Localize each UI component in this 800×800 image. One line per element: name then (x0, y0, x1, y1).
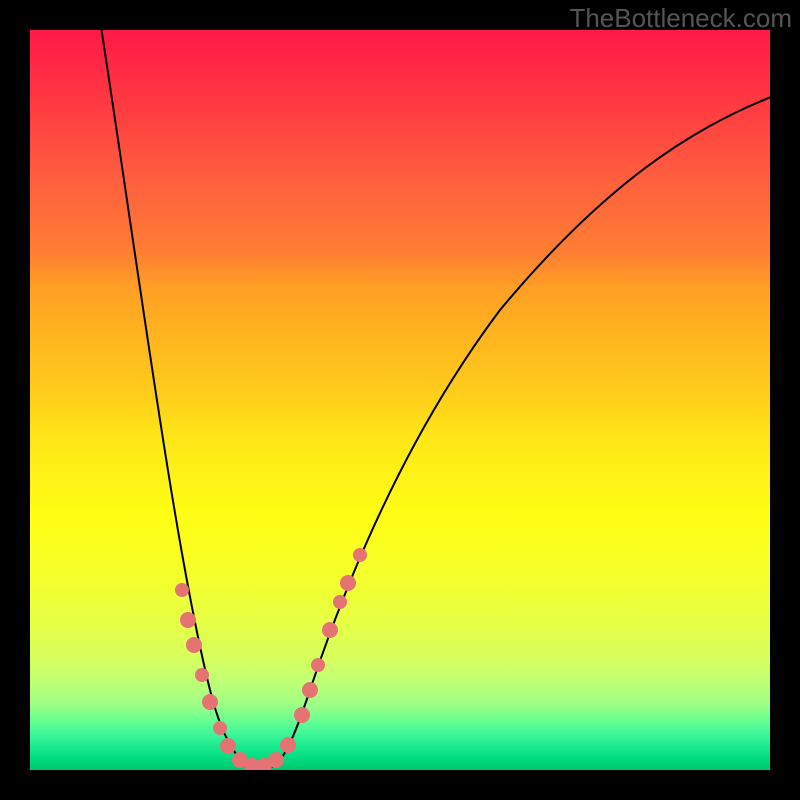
bead (322, 622, 338, 638)
bead (333, 595, 347, 609)
bead (340, 575, 356, 591)
bead (268, 752, 284, 768)
bead (294, 707, 310, 723)
bead (302, 682, 318, 698)
bead (195, 668, 209, 682)
bead (311, 658, 325, 672)
bead (175, 583, 189, 597)
plot-area (30, 30, 770, 770)
bead (220, 738, 236, 754)
bottleneck-curve (100, 30, 770, 770)
bead (353, 548, 367, 562)
bead (186, 637, 202, 653)
attribution-label: TheBottleneck.com (569, 3, 792, 34)
bead (213, 721, 227, 735)
bead (202, 694, 218, 710)
chart-frame: TheBottleneck.com (0, 0, 800, 800)
bead (180, 612, 196, 628)
bead-group (175, 548, 367, 770)
chart-overlay (30, 30, 770, 770)
bead (280, 737, 296, 753)
